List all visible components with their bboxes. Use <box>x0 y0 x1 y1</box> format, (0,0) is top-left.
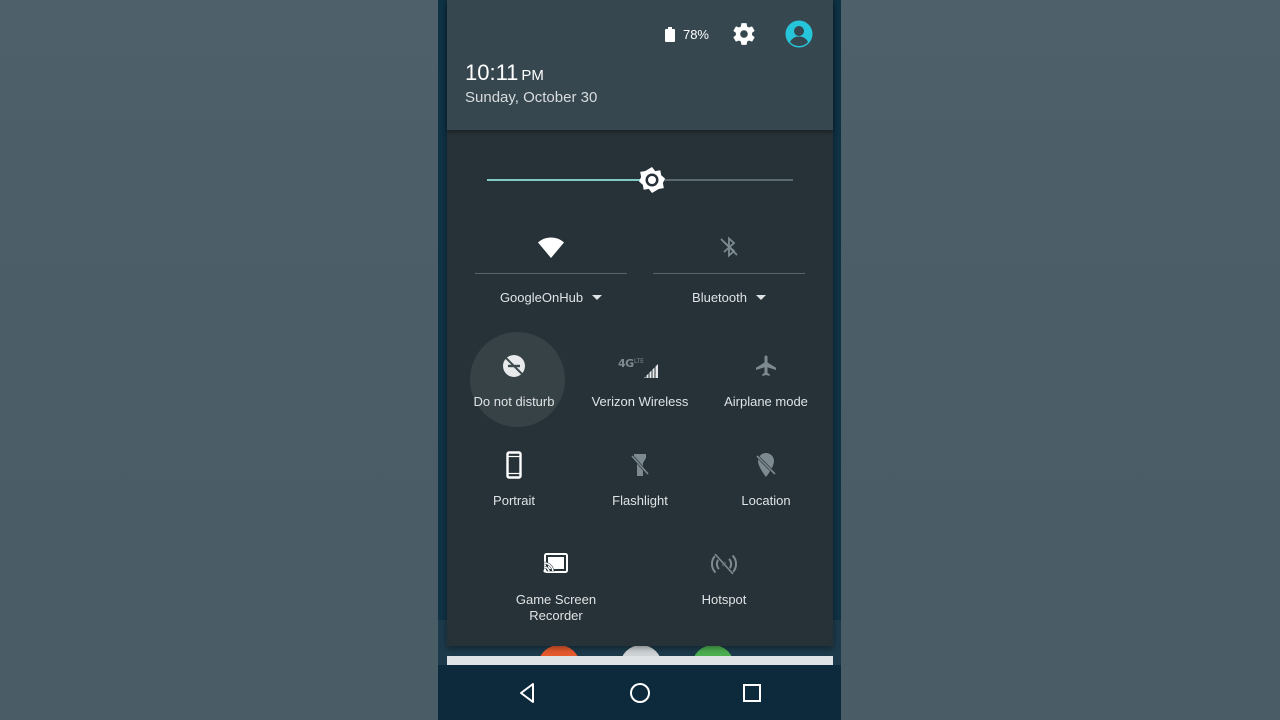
tile-label-line2: Recorder <box>529 608 583 623</box>
gear-icon[interactable] <box>731 21 757 47</box>
svg-text:4G: 4G <box>618 357 634 370</box>
tile-label-line1: Game Screen <box>515 592 597 607</box>
bluetooth-tile[interactable]: Bluetooth <box>653 228 805 318</box>
hotspot-off-icon <box>711 552 737 576</box>
tile-label: Airplane mode <box>724 394 808 409</box>
status-row: 78% <box>664 20 813 48</box>
tile-label: Game Screen Recorder <box>493 592 619 624</box>
clock-ampm: PM <box>521 67 544 84</box>
location-off-icon <box>755 453 777 477</box>
clock[interactable]: 10:11 PM <box>465 60 544 86</box>
tile-label: Verizon Wireless <box>591 394 689 409</box>
quick-settings-panel: 78% 10:11 PM Sunday, October 30 GoogleOn… <box>447 0 833 646</box>
wifi-label-row[interactable]: GoogleOnHub <box>475 290 627 305</box>
do-not-disturb-icon <box>503 355 525 377</box>
bluetooth-label-row[interactable]: Bluetooth <box>653 290 805 305</box>
portrait-tile[interactable]: Portrait <box>451 431 577 521</box>
quick-settings-header: 78% 10:11 PM Sunday, October 30 <box>447 0 833 130</box>
tile-label: Location <box>741 493 791 508</box>
airplane-mode-tile[interactable]: Airplane mode <box>703 332 829 422</box>
navigation-bar <box>438 665 841 720</box>
back-triangle-icon[interactable] <box>514 679 542 707</box>
background-right <box>841 0 1280 720</box>
tile-label: Portrait <box>493 493 535 508</box>
location-tile[interactable]: Location <box>703 431 829 521</box>
hotspot-tile[interactable]: Hotspot <box>661 530 787 620</box>
clock-time: 10:11 <box>465 60 519 85</box>
wifi-network-label: GoogleOnHub <box>499 290 584 305</box>
cast-icon <box>543 553 568 573</box>
flashlight-off-icon <box>630 454 650 476</box>
chevron-down-icon[interactable] <box>592 295 603 301</box>
chevron-down-icon[interactable] <box>755 295 766 301</box>
battery-icon <box>664 26 675 42</box>
brightness-fill <box>487 179 652 181</box>
bluetooth-label: Bluetooth <box>692 290 747 305</box>
flashlight-tile[interactable]: Flashlight <box>577 431 703 521</box>
date-label[interactable]: Sunday, October 30 <box>465 89 597 106</box>
tile-divider <box>475 273 627 274</box>
battery-percent: 78% <box>682 26 709 42</box>
tile-label: Flashlight <box>612 493 668 508</box>
cellular-4g-icon: 4G LTE <box>618 357 658 378</box>
game-screen-recorder-tile[interactable]: Game Screen Recorder <box>493 530 619 623</box>
phone-portrait-icon <box>506 451 522 479</box>
tile-divider <box>653 273 805 274</box>
tile-label: Do not disturb <box>473 394 555 409</box>
account-icon[interactable] <box>785 20 813 48</box>
phone-screen: 78% 10:11 PM Sunday, October 30 GoogleOn… <box>438 0 841 720</box>
tile-label: Hotspot <box>701 592 747 607</box>
background-left <box>0 0 438 720</box>
home-circle-icon[interactable] <box>626 679 654 707</box>
cellular-tile[interactable]: 4G LTE Verizon Wireless <box>577 332 703 422</box>
recents-square-icon[interactable] <box>738 679 766 707</box>
airplane-icon <box>756 355 776 376</box>
bluetooth-off-icon[interactable] <box>714 232 744 262</box>
shade-handle[interactable] <box>447 656 833 665</box>
wifi-tile[interactable]: GoogleOnHub <box>475 228 627 318</box>
do-not-disturb-tile[interactable]: Do not disturb <box>451 332 577 427</box>
svg-text:LTE: LTE <box>634 358 644 365</box>
brightness-icon[interactable] <box>636 164 668 196</box>
wifi-icon[interactable] <box>536 232 566 262</box>
brightness-slider[interactable] <box>487 164 793 196</box>
